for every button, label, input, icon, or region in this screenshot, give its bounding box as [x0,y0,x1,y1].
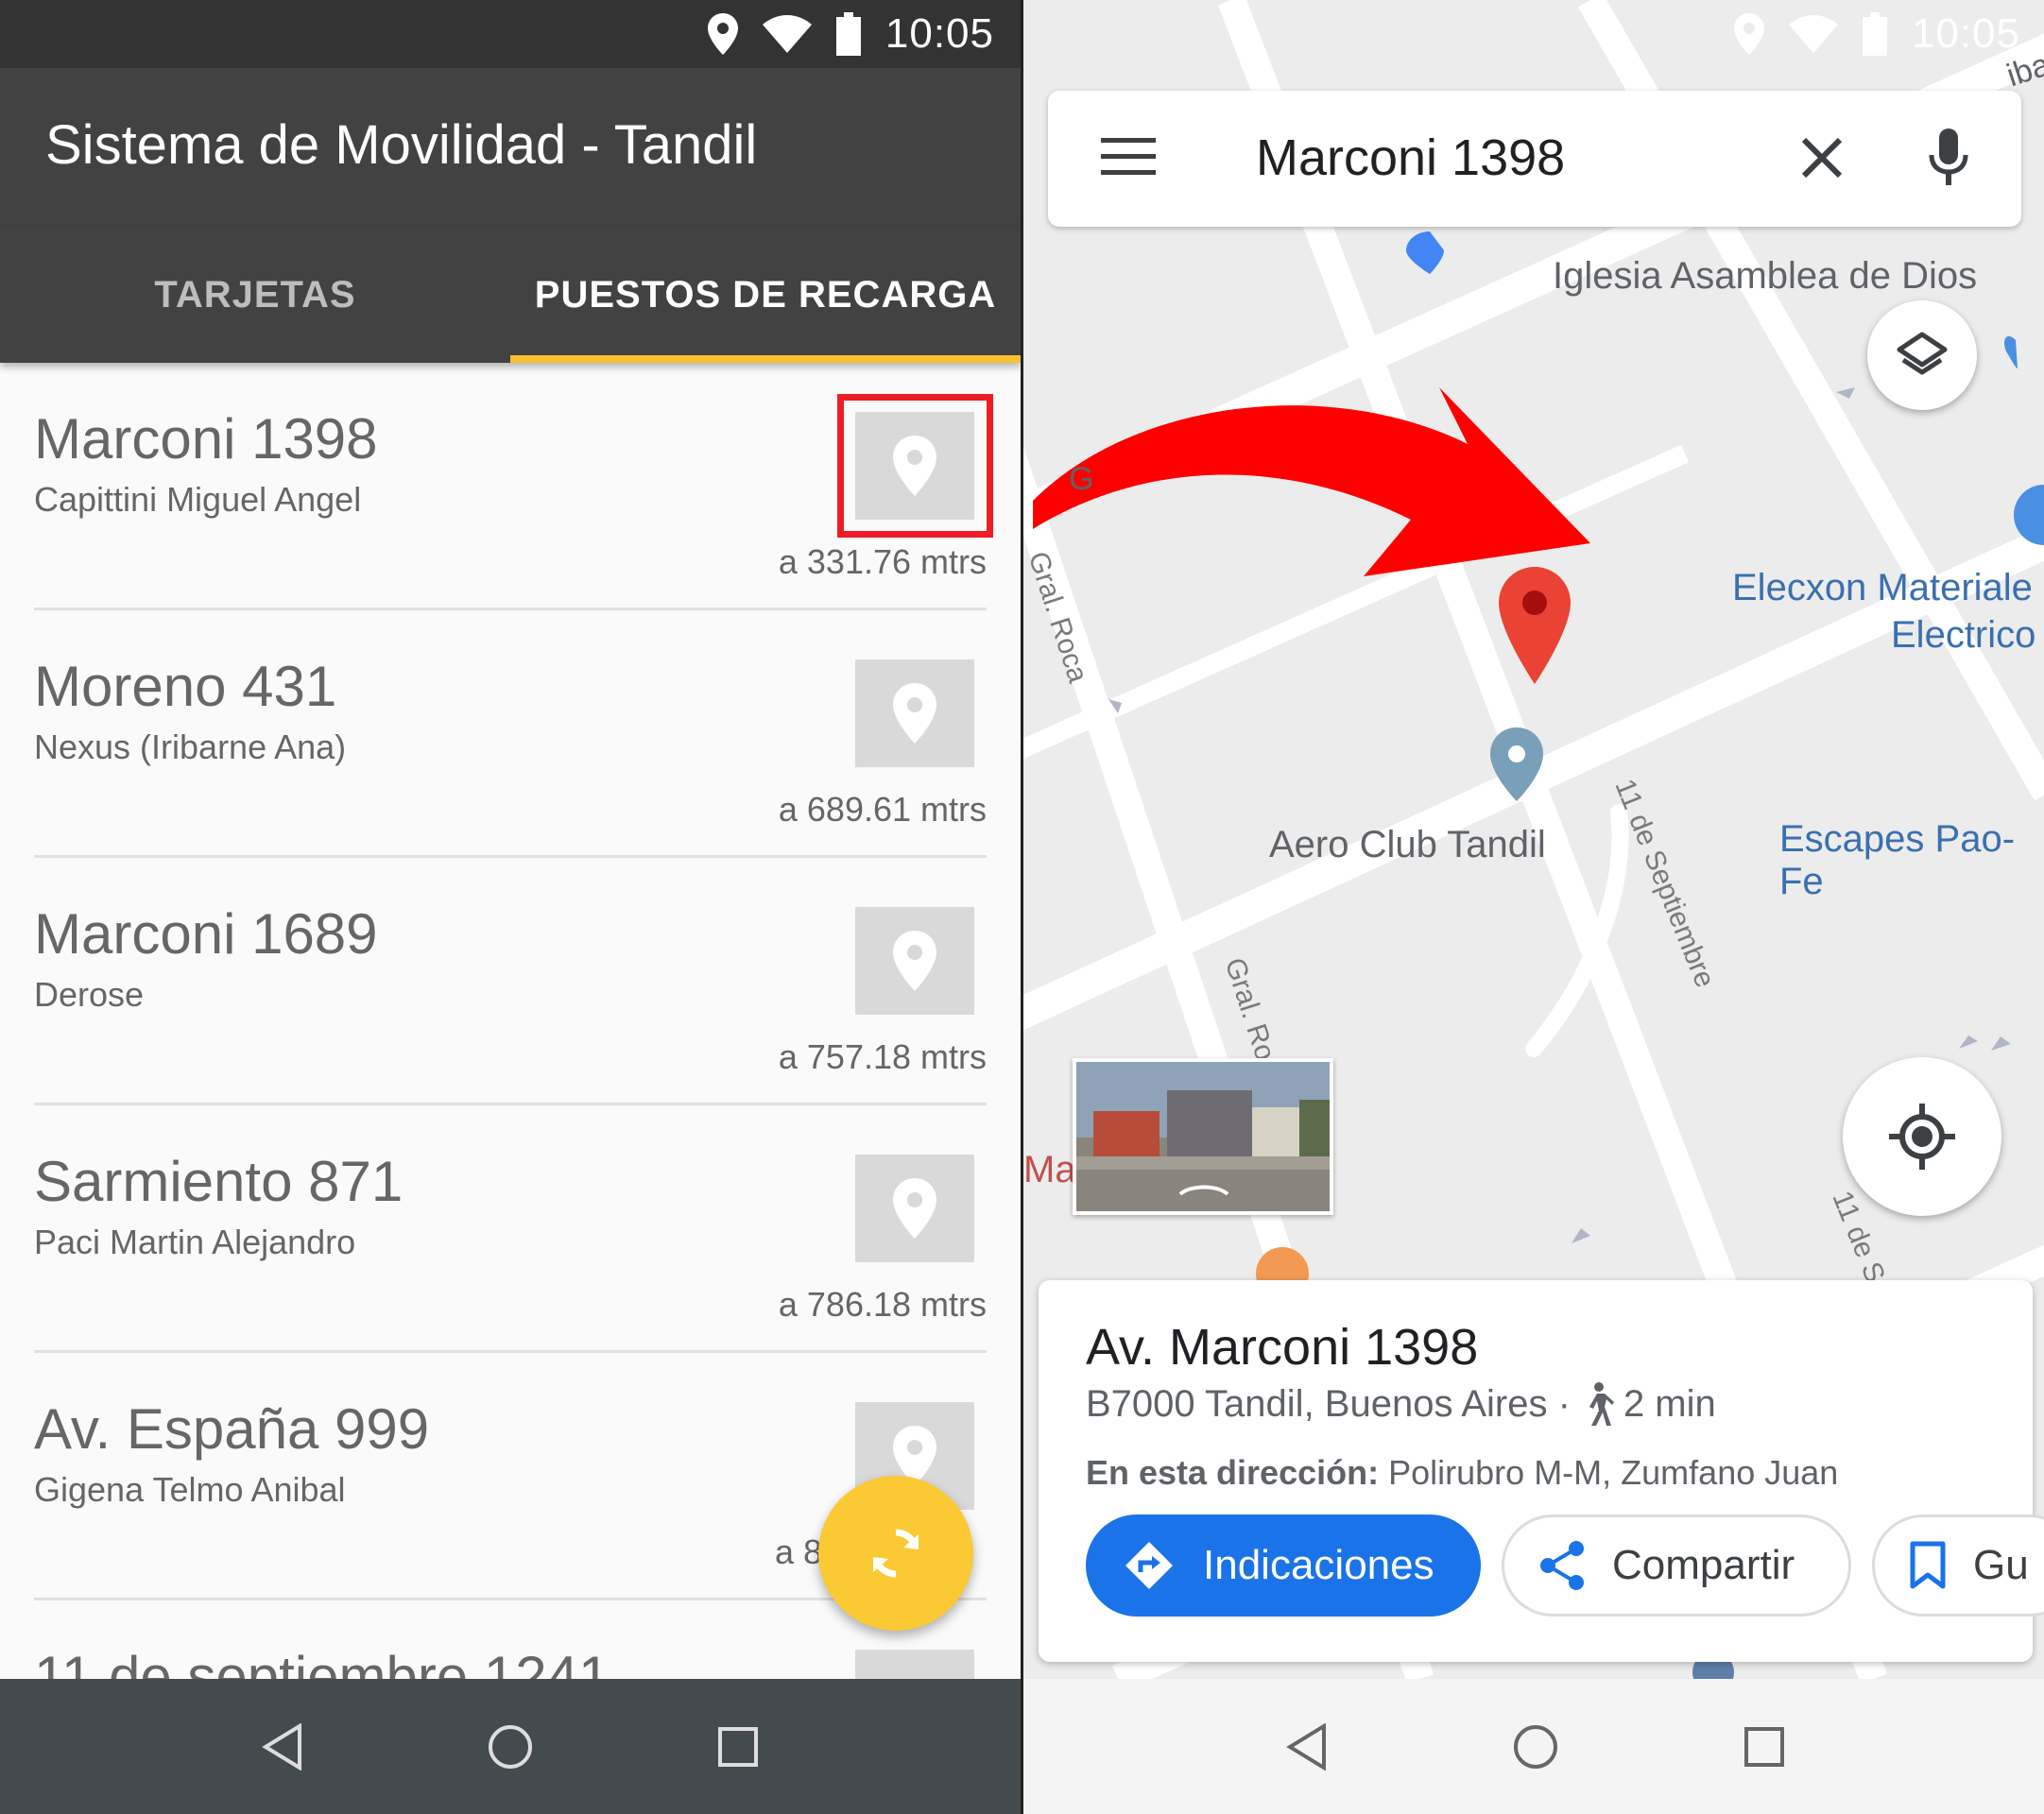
info-label: En esta dirección: [1086,1453,1380,1492]
item-distance: a 786.18 mtrs [778,1285,987,1324]
battery-icon [835,12,861,56]
item-owner: Nexus (Iribarne Ana) [34,727,347,766]
highlight-box [837,394,993,538]
map-pin-button[interactable] [855,907,974,1015]
item-address: Av. España 999 [34,1397,430,1461]
app-title: Sistema de Movilidad - Tandil [45,114,758,176]
tab-puestos-de-recarga[interactable]: PUESTOS DE RECARGA [510,227,1021,363]
map-pin-button[interactable] [855,1155,974,1262]
place-title: Av. Marconi 1398 [1086,1319,1479,1376]
label-aero-club[interactable]: Aero Club Tandil [1269,824,1546,866]
place-subtitle: B7000 Tandil, Buenos Aires · 2 min [1086,1382,1716,1426]
item-distance: a 757.18 mtrs [778,1037,987,1076]
location-icon [707,13,738,55]
item-address: Moreno 431 [34,655,337,718]
share-icon [1540,1541,1584,1590]
item-owner: Paci Martin Alejandro [34,1223,356,1261]
street-view-thumbnail[interactable] [1073,1058,1333,1215]
my-location-icon [1889,1104,1955,1170]
directions-label: Indicaciones [1203,1542,1434,1588]
wifi-icon [762,15,812,53]
left-phone-screen: 10:05 Sistema de Movilidad - Tandil TARJ… [0,0,1021,1814]
map-pin-button[interactable] [855,1650,974,1679]
tab-indicator [510,355,1021,363]
bookmark-icon [1910,1541,1946,1589]
battery-icon [1862,12,1887,56]
recents-icon[interactable] [1743,1726,1785,1768]
place-card[interactable]: Av. Marconi 1398 B7000 Tandil, Buenos Ai… [1039,1280,2044,1662]
item-distance: a 689.61 mtrs [778,790,987,829]
label-escapes[interactable]: Escapes Pao-Fe [1779,818,2044,903]
back-icon[interactable] [1285,1722,1328,1771]
aero-club-pin-icon[interactable] [1490,727,1543,801]
info-value: Polirubro M-M, Zumfano Juan [1388,1453,1839,1492]
label-church[interactable]: Iglesia Asamblea de Dios [1553,255,1977,298]
walk-time: 2 min [1623,1382,1716,1425]
my-location-button[interactable] [1843,1057,2001,1216]
menu-icon[interactable] [1101,136,1156,178]
item-address: Marconi 1689 [34,902,378,966]
item-owner: Derose [34,975,145,1014]
location-icon [1733,13,1764,55]
status-bar: 10:05 [0,0,1021,68]
save-label: Gu [1973,1542,2029,1588]
list-item[interactable]: Moreno 431 Nexus (Iribarne Ana) a 689.61… [0,610,1021,858]
map-pin-icon [893,1178,936,1239]
right-phone-screen: ibaldi G Iglesia Asamblea de Dios Elecxo… [1021,0,2044,1814]
item-address: Marconi 1398 [34,407,378,471]
label-store-elecxon-2[interactable]: Electrico [1891,614,2035,657]
nav-bar [1023,1679,2044,1814]
place-address: B7000 Tandil, Buenos Aires · [1086,1382,1571,1425]
microphone-icon[interactable] [1929,128,1968,187]
back-icon[interactable] [262,1722,303,1771]
place-info: En esta dirección: Polirubro M-M, Zumfan… [1086,1453,1838,1493]
search-box[interactable]: Marconi 1398 [1048,91,2021,227]
label-cut-left: G [1069,461,1094,497]
destination-pin-icon[interactable] [1499,567,1571,684]
map-pin-button[interactable] [855,659,974,767]
walking-icon [1589,1382,1614,1426]
search-input[interactable]: Marconi 1398 [1256,128,1565,187]
save-button[interactable]: Gu [1872,1515,2044,1617]
layers-button[interactable] [1867,300,1977,410]
item-distance: a 331.76 mtrs [778,542,987,581]
refresh-fab[interactable] [818,1476,973,1631]
item-address: Sarmiento 871 [34,1150,404,1213]
close-icon[interactable] [1800,136,1844,180]
status-bar: 10:05 [1023,0,2044,68]
home-icon[interactable] [1512,1723,1559,1771]
list-item[interactable]: Sarmiento 871 Paci Martin Alejandro a 78… [0,1105,1021,1353]
recents-icon[interactable] [717,1726,759,1768]
directions-button[interactable]: Indicaciones [1086,1515,1481,1617]
label-store-elecxon-1[interactable]: Elecxon Materiale [1732,567,2033,609]
share-button[interactable]: Compartir [1502,1515,1851,1617]
home-icon[interactable] [487,1723,534,1771]
street-view-photo [1076,1062,1330,1211]
tab-bar: TARJETAS PUESTOS DE RECARGA [0,227,1021,363]
nav-bar [0,1679,1021,1814]
map-pin-icon [893,683,936,744]
app-bar: Sistema de Movilidad - Tandil [0,68,1021,227]
item-address: 11 de septiembre 1241 [34,1645,610,1679]
map-pin-icon [893,931,936,991]
clock: 10:05 [885,10,994,57]
item-distance: a 8 [775,1532,823,1571]
share-label: Compartir [1612,1542,1795,1588]
wifi-icon [1788,15,1838,53]
layers-icon [1897,332,1948,375]
directions-icon [1125,1542,1173,1589]
list-item[interactable]: Marconi 1689 Derose a 757.18 mtrs [0,858,1021,1105]
refresh-icon [873,1529,919,1578]
item-owner: Capittini Miguel Angel [34,480,362,519]
item-owner: Gigena Telmo Anibal [34,1470,346,1509]
label-cut-ma: Ma [1023,1149,1076,1190]
clock: 10:05 [1911,10,2020,57]
tab-tarjetas[interactable]: TARJETAS [0,227,510,363]
